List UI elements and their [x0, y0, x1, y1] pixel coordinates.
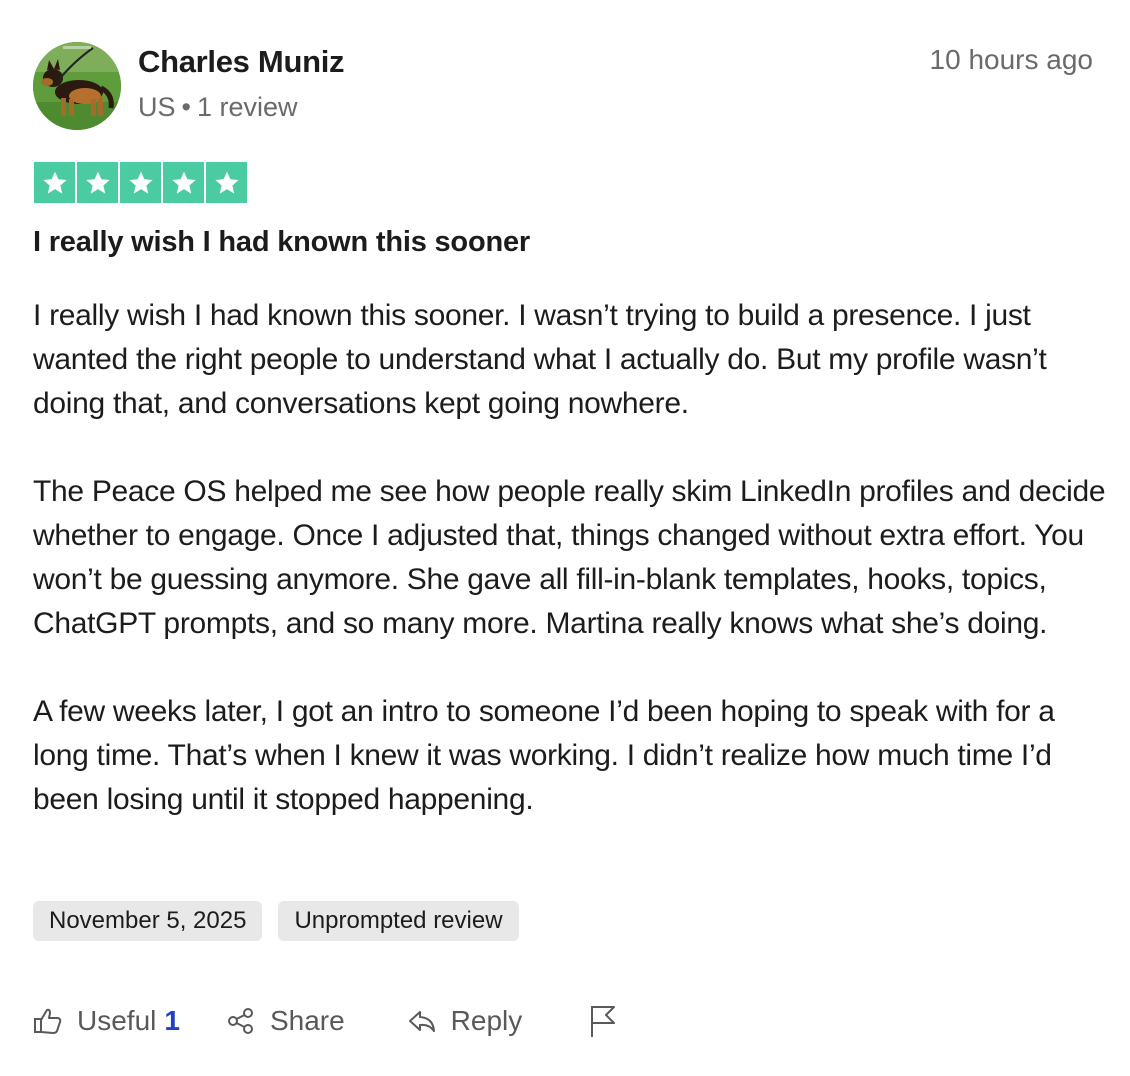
date-of-experience-chip: November 5, 2025: [33, 901, 263, 941]
review-header: Charles Muniz US • 1 review 10 hours ago: [33, 42, 1093, 132]
meta-separator: •: [181, 92, 191, 122]
flag-icon: [591, 1006, 616, 1037]
reviewer-country: US: [138, 92, 176, 122]
useful-button[interactable]: Useful 1: [33, 1005, 180, 1037]
review-card: Charles Muniz US • 1 review 10 hours ago I…: [0, 0, 1130, 1076]
share-button[interactable]: Share: [226, 1005, 345, 1037]
reviewer-review-count: 1 review: [196, 92, 298, 122]
star-icon: [77, 162, 118, 203]
useful-count: 1: [164, 1005, 180, 1036]
share-label: Share: [269, 1005, 345, 1036]
reply-label: Reply: [450, 1005, 523, 1036]
useful-label: Useful: [77, 1005, 157, 1036]
dog-avatar-image: [33, 42, 121, 130]
share-icon: [227, 1008, 253, 1034]
reply-icon: [408, 1011, 435, 1032]
review-timestamp: 10 hours ago: [929, 44, 1093, 75]
star-icon: [163, 162, 204, 203]
reviewer-name[interactable]: Charles Muniz: [138, 44, 345, 80]
review-paragraph: A few weeks later, I got an intro to som…: [33, 695, 1055, 816]
star-rating: [34, 162, 247, 204]
reply-button[interactable]: Reply: [407, 1005, 523, 1037]
review-paragraph: I really wish I had known this sooner. I…: [33, 299, 1047, 420]
thumbs-up-icon: [34, 1008, 62, 1034]
report-button[interactable]: [588, 1003, 632, 1039]
reviewer-meta: US • 1 review: [138, 92, 298, 123]
review-actions: Useful 1 Share Reply: [33, 998, 632, 1044]
star-icon: [34, 162, 75, 203]
review-body: I really wish I had known this sooner. I…: [33, 294, 1113, 866]
review-paragraph: The Peace OS helped me see how people re…: [33, 475, 1106, 640]
review-title: I really wish I had known this sooner: [33, 226, 530, 258]
star-icon: [206, 162, 247, 203]
unprompted-review-chip[interactable]: Unprompted review: [278, 901, 519, 941]
reviewer-avatar[interactable]: [33, 42, 121, 130]
review-chips: November 5, 2025 Unprompted review: [33, 901, 519, 941]
star-icon: [120, 162, 161, 203]
